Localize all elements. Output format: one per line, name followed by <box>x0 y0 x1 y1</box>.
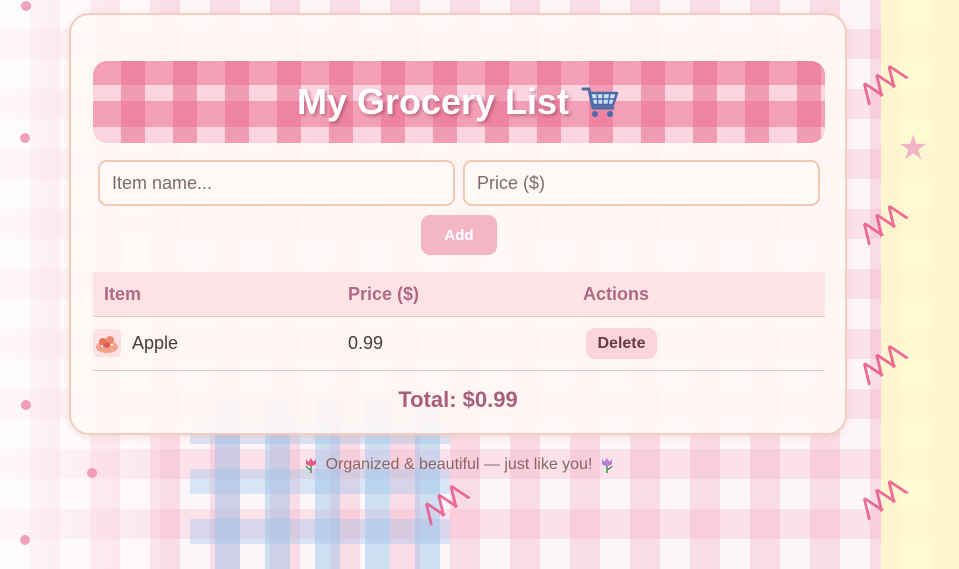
decor-dot <box>21 1 31 11</box>
decor-dot <box>20 535 30 545</box>
title-banner: My Grocery List <box>93 61 825 143</box>
grocery-table: Item Price ($) Actions Apple 0.99 Delete <box>93 272 825 371</box>
delete-button[interactable]: Delete <box>586 328 657 359</box>
footer-text: Organized & beautiful — just like you! <box>325 456 593 473</box>
decor-star: ★ <box>898 129 929 167</box>
column-header-actions: Actions <box>583 284 650 304</box>
add-button[interactable]: Add <box>421 215 497 255</box>
cell-item-name: Apple <box>132 333 179 353</box>
page-title: My Grocery List <box>297 81 621 123</box>
footer: Organized & beautiful — just like you! <box>0 456 918 474</box>
column-header-item: Item <box>104 284 142 304</box>
total-amount: Total: $0.99 <box>398 387 518 412</box>
cell-item-price: 0.99 <box>348 333 384 353</box>
item-name-input[interactable] <box>98 160 455 206</box>
food-sticker-icon <box>93 329 121 357</box>
grocery-card: My Grocery List Add Item Price ($) <box>69 13 847 435</box>
decor-dot <box>21 400 31 410</box>
column-header-price: Price ($) <box>348 284 420 304</box>
price-input[interactable] <box>463 160 820 206</box>
table-header: Item Price ($) Actions <box>93 272 825 317</box>
decor-dot <box>20 133 30 143</box>
tulip-icon <box>600 457 614 473</box>
tulip-icon <box>304 457 318 473</box>
page-title-text: My Grocery List <box>296 81 570 122</box>
table-row: Apple 0.99 Delete <box>93 317 825 371</box>
shopping-cart-icon <box>581 84 621 120</box>
